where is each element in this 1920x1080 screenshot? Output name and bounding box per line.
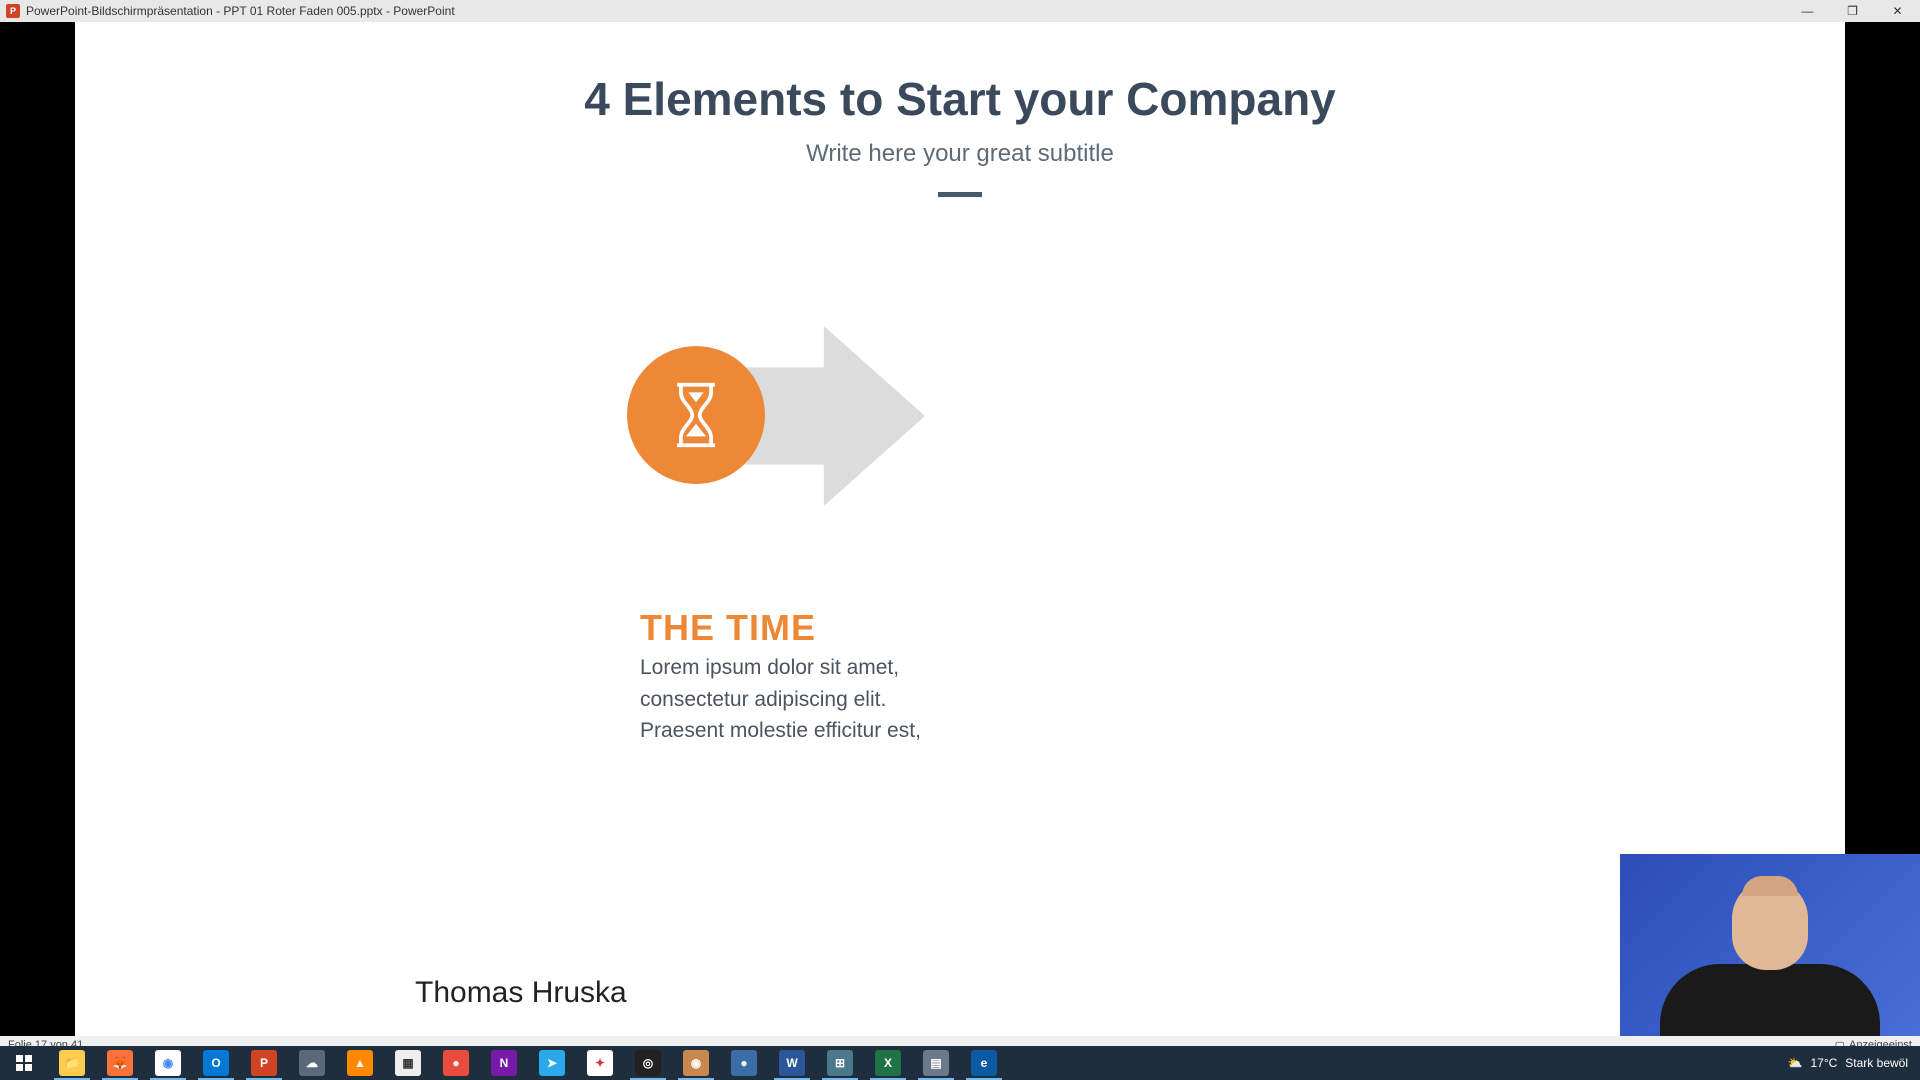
title-bar: P PowerPoint-Bildschirmpräsentation - PP… (0, 0, 1920, 22)
weather-temp: 17°C (1810, 1056, 1837, 1070)
icon-circle (627, 346, 765, 484)
obs-icon[interactable]: ◎ (624, 1046, 672, 1080)
item-body: Lorem ipsum dolor sit amet, consectetur … (640, 652, 960, 747)
app-icon-15[interactable]: ● (720, 1046, 768, 1080)
onenote-icon[interactable]: N (480, 1046, 528, 1080)
hourglass-icon (670, 381, 722, 449)
window-title: PowerPoint-Bildschirmpräsentation - PPT … (26, 4, 455, 18)
title-divider (938, 192, 982, 197)
telegram-icon[interactable]: ➤ (528, 1046, 576, 1080)
weather-icon: ⛅ (1788, 1056, 1803, 1070)
app-icon-9[interactable]: ● (432, 1046, 480, 1080)
start-button[interactable] (0, 1046, 48, 1080)
maximize-button[interactable]: ❐ (1830, 0, 1875, 22)
app-icon-17[interactable]: ⊞ (816, 1046, 864, 1080)
window-controls: — ❐ ✕ (1785, 0, 1920, 22)
vlc-icon[interactable]: ▲ (336, 1046, 384, 1080)
edge-icon[interactable]: e (960, 1046, 1008, 1080)
webcam-overlay (1620, 854, 1920, 1054)
app-icon-6[interactable]: ☁ (288, 1046, 336, 1080)
slide-title: 4 Elements to Start your Company (75, 72, 1845, 126)
app-icon-14[interactable]: ◉ (672, 1046, 720, 1080)
windows-icon (16, 1055, 32, 1071)
file-explorer-icon[interactable]: 📁 (48, 1046, 96, 1080)
author-name: Thomas Hruska (415, 976, 627, 1010)
slide-subtitle: Write here your great subtitle (75, 140, 1845, 168)
app-icon-8[interactable]: ▦ (384, 1046, 432, 1080)
taskbar: 📁 🦊 ◉ O P ☁ ▲ ▦ ● N ➤ ✦ ◎ ◉ ● W ⊞ X ▤ e … (0, 1046, 1920, 1080)
element-graphic (627, 302, 967, 552)
slide: 4 Elements to Start your Company Write h… (75, 22, 1845, 1046)
word-icon[interactable]: W (768, 1046, 816, 1080)
firefox-icon[interactable]: 🦊 (96, 1046, 144, 1080)
excel-icon[interactable]: X (864, 1046, 912, 1080)
powerpoint-taskbar-icon[interactable]: P (240, 1046, 288, 1080)
presenter-silhouette (1660, 868, 1880, 1054)
powerpoint-icon: P (6, 4, 20, 18)
system-tray[interactable]: ⛅ 17°C Stark bewöl (1788, 1056, 1920, 1070)
app-icon-19[interactable]: ▤ (912, 1046, 960, 1080)
item-title: THE TIME (640, 607, 816, 649)
weather-text: Stark bewöl (1845, 1056, 1908, 1070)
taskbar-apps: 📁 🦊 ◉ O P ☁ ▲ ▦ ● N ➤ ✦ ◎ ◉ ● W ⊞ X ▤ e (0, 1046, 1008, 1080)
outlook-icon[interactable]: O (192, 1046, 240, 1080)
app-icon-12[interactable]: ✦ (576, 1046, 624, 1080)
minimize-button[interactable]: — (1785, 0, 1830, 22)
close-button[interactable]: ✕ (1875, 0, 1920, 22)
chrome-icon[interactable]: ◉ (144, 1046, 192, 1080)
